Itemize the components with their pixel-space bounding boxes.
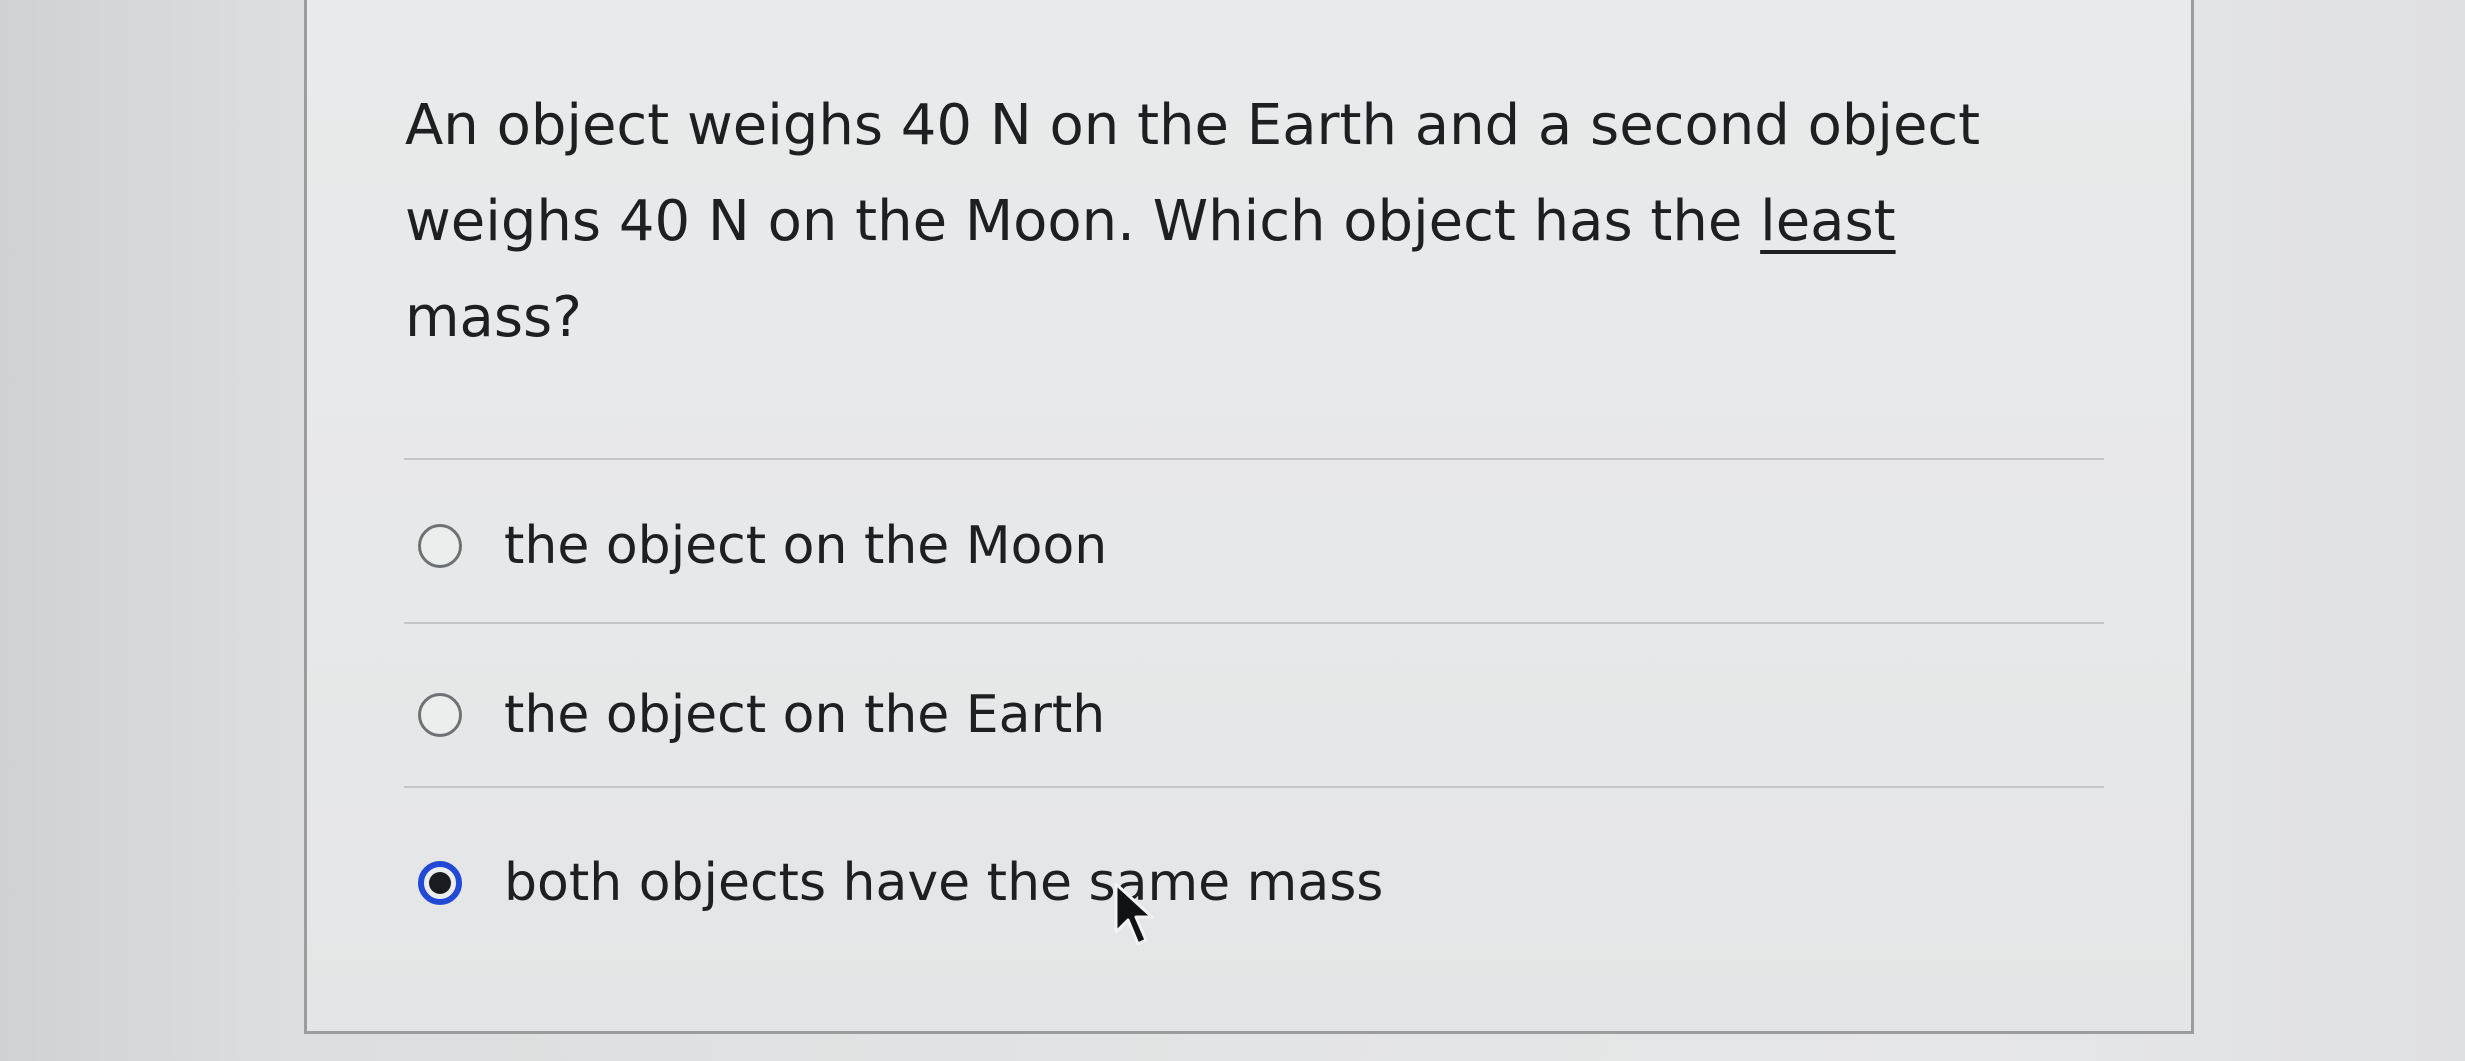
radio-dot [429,872,451,894]
question-text-after: mass? [405,285,582,350]
question-prompt: An object weighs 40 N on the Earth and a… [405,78,2045,366]
question-text-before: An object weighs 40 N on the Earth and a… [405,93,1981,254]
answer-option-label: the object on the Earth [504,685,1106,745]
question-emphasis: least [1760,189,1896,254]
divider [404,458,2104,460]
answer-option-moon[interactable]: the object on the Moon [418,511,1107,581]
answer-option-label: both objects have the same mass [504,853,1384,913]
answer-option-earth[interactable]: the object on the Earth [418,680,1105,750]
answer-option-same-mass[interactable]: both objects have the same mass [418,848,1383,918]
radio-button-selected[interactable] [418,861,462,905]
radio-button-unselected[interactable] [418,524,462,568]
answer-option-label: the object on the Moon [504,516,1108,576]
mouse-pointer-icon [1114,882,1154,946]
divider [404,786,2104,788]
radio-button-unselected[interactable] [418,693,462,737]
divider [404,622,2104,624]
